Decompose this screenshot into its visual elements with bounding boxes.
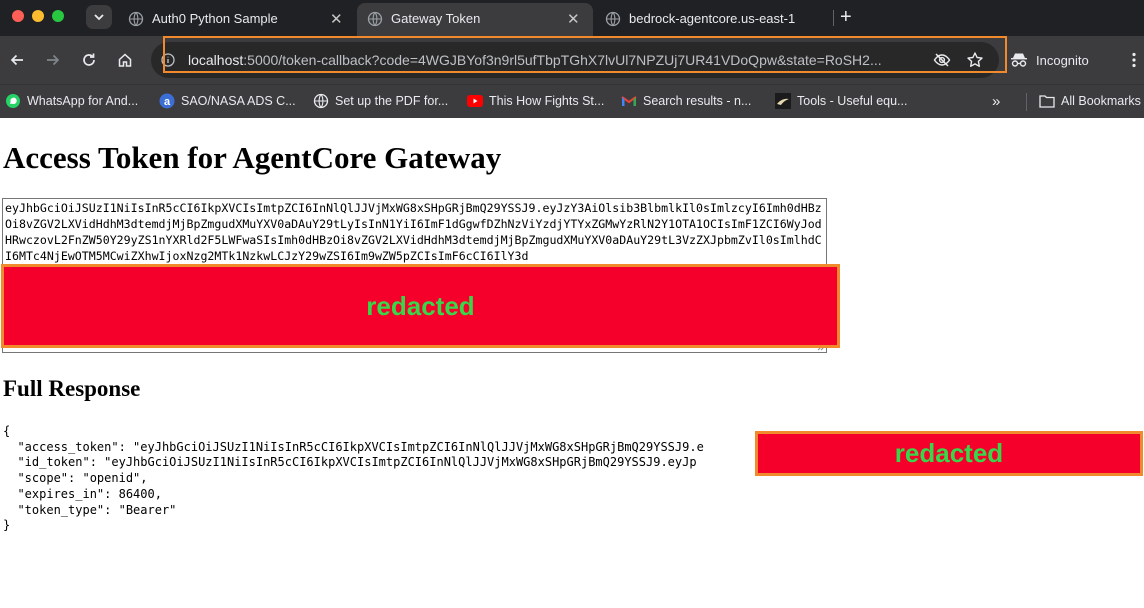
- bookmark-tools[interactable]: Tools - Useful equ...: [775, 91, 907, 111]
- close-tab-icon[interactable]: ✕: [567, 10, 580, 28]
- bookmark-label: WhatsApp for And...: [27, 94, 139, 108]
- all-bookmarks-button[interactable]: All Bookmarks: [1039, 91, 1141, 111]
- bookmark-label: SAO/NASA ADS C...: [181, 94, 296, 108]
- tab-search-button[interactable]: [86, 5, 112, 29]
- response-line: "expires_in": 86400,: [3, 486, 162, 501]
- response-line: }: [3, 518, 11, 533]
- bookmark-youtube[interactable]: This How Fights St...: [467, 91, 604, 111]
- globe-icon: [128, 11, 144, 27]
- youtube-icon: [467, 95, 483, 107]
- globe-icon: [367, 11, 383, 27]
- globe-icon: [605, 11, 621, 27]
- tools-favicon-icon: [775, 93, 791, 109]
- tab-bedrock-agentcore[interactable]: bedrock-agentcore.us-east-1: [595, 3, 831, 33]
- bookmark-label: Search results - n...: [643, 94, 752, 108]
- response-line: "access_token": "eyJhbGciOiJSUzI1NiIsInR…: [3, 439, 704, 454]
- ads-logo-icon: a: [159, 93, 175, 109]
- bookmark-whatsapp[interactable]: WhatsApp for And...: [5, 91, 138, 111]
- incognito-label: Incognito: [1036, 52, 1089, 68]
- bookmark-label: Set up the PDF for...: [335, 94, 449, 108]
- tab-title: bedrock-agentcore.us-east-1: [629, 11, 796, 26]
- bookmarks-divider: [1026, 93, 1027, 111]
- arrow-right-icon: [47, 54, 60, 66]
- redaction-box-response: redacted: [755, 431, 1143, 476]
- reload-button[interactable]: [79, 50, 99, 70]
- close-window-button[interactable]: [12, 10, 24, 22]
- arrow-left-icon: [10, 54, 23, 66]
- tab-strip: Auth0 Python Sample ✕ Gateway Token ✕ be…: [0, 0, 1144, 36]
- tab-title: Gateway Token: [391, 11, 481, 26]
- bookmarks-bar: WhatsApp for And... a SAO/NASA ADS C... …: [0, 84, 1144, 118]
- tab-separator: [833, 10, 834, 26]
- home-button[interactable]: [115, 50, 135, 70]
- response-json: { "access_token": "eyJhbGciOiJSUzI1NiIsI…: [3, 424, 704, 534]
- bookmark-sao-nasa-ads[interactable]: a SAO/NASA ADS C...: [159, 91, 296, 111]
- incognito-badge[interactable]: Incognito: [1010, 44, 1089, 76]
- url-text: localhost:5000/token-callback?code=4WGJB…: [188, 52, 918, 68]
- page-title: Access Token for AgentCore Gateway: [3, 140, 502, 175]
- tab-title: Auth0 Python Sample: [152, 11, 278, 26]
- close-tab-icon[interactable]: ✕: [330, 10, 343, 28]
- folder-icon: [1039, 95, 1055, 108]
- redaction-box-token: redacted: [1, 264, 840, 348]
- section-heading-full-response: Full Response: [3, 376, 141, 401]
- all-bookmarks-label: All Bookmarks: [1061, 94, 1141, 108]
- tab-auth0-python-sample[interactable]: Auth0 Python Sample ✕: [118, 3, 356, 33]
- globe-icon: [313, 93, 329, 109]
- redacted-label: redacted: [894, 438, 1004, 468]
- bookmark-gmail-search[interactable]: Search results - n...: [621, 91, 751, 111]
- incognito-icon: [1011, 53, 1027, 67]
- response-line: "id_token": "eyJhbGciOiJSUzI1NiIsInR5cCI…: [3, 455, 697, 470]
- bookmark-label: This How Fights St...: [489, 94, 605, 108]
- forward-button[interactable]: [43, 50, 63, 70]
- bookmark-pdf-setup[interactable]: Set up the PDF for...: [313, 91, 448, 111]
- gmail-icon: [621, 96, 637, 106]
- response-line: "token_type": "Bearer": [3, 502, 177, 517]
- url-host: localhost: [188, 52, 244, 68]
- zoom-window-button[interactable]: [52, 10, 64, 22]
- response-line: {: [3, 424, 11, 438]
- svg-text:a: a: [164, 96, 171, 108]
- browser-toolbar: localhost:5000/token-callback?code=4WGJB…: [0, 36, 1144, 84]
- whatsapp-icon: [6, 94, 20, 108]
- chevron-down-icon: [94, 14, 104, 21]
- url-path: :5000/token-callback?code=4WGJBYof3n9rl5…: [243, 52, 882, 68]
- access-token-text: eyJhbGciOiJSUzI1NiIsInR5cCI6IkpXVCIsImtp…: [5, 201, 822, 263]
- redacted-label: redacted: [366, 290, 475, 321]
- new-tab-button[interactable]: +: [840, 6, 852, 28]
- tab-gateway-token[interactable]: Gateway Token ✕: [357, 3, 593, 36]
- eye-slash-icon[interactable]: [933, 51, 951, 69]
- more-vertical-icon: [1132, 52, 1136, 68]
- star-icon[interactable]: [966, 51, 984, 69]
- bookmarks-overflow-button[interactable]: »: [992, 91, 1000, 111]
- response-line: "scope": "openid",: [3, 471, 148, 486]
- reload-icon: [83, 53, 95, 66]
- back-button[interactable]: [7, 50, 27, 70]
- bookmark-label: Tools - Useful equ...: [797, 94, 908, 108]
- page-content: Access Token for AgentCore Gateway eyJhb…: [0, 118, 1144, 608]
- browser-menu-button[interactable]: [1124, 50, 1144, 70]
- home-icon: [118, 53, 132, 67]
- minimize-window-button[interactable]: [32, 10, 44, 22]
- site-info-icon[interactable]: [161, 53, 175, 67]
